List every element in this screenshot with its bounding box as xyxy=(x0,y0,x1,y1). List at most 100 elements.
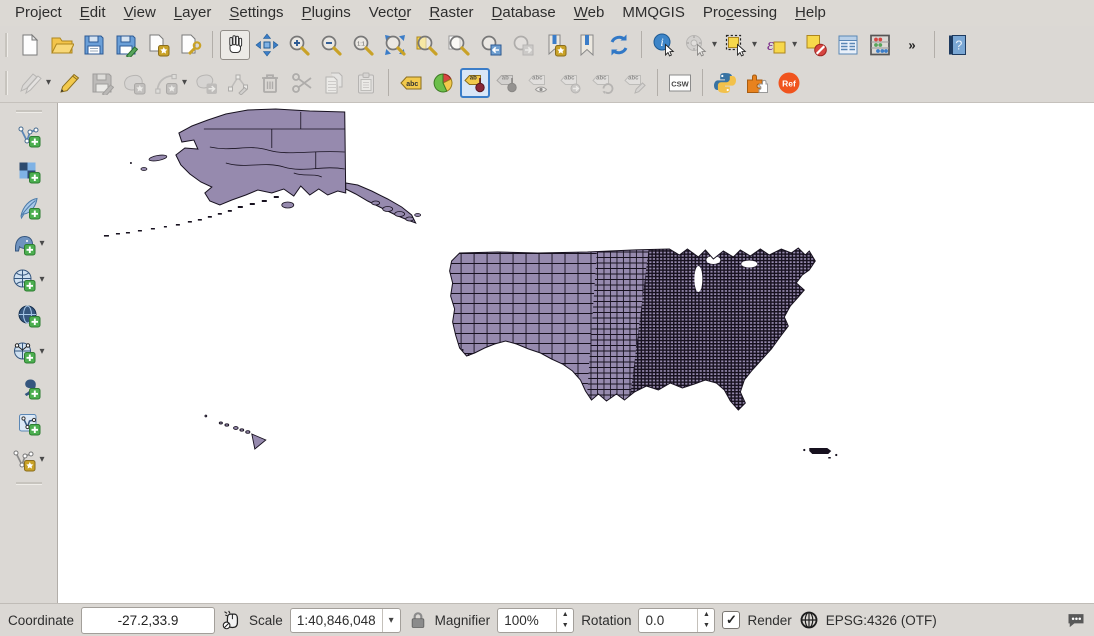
save-layer-edits-button[interactable] xyxy=(87,68,117,98)
add-circular-string-dropdown[interactable]: ▾ xyxy=(182,68,187,98)
menu-view[interactable]: View xyxy=(115,3,165,23)
zoom-in-button[interactable] xyxy=(284,30,314,60)
menu-vector[interactable]: Vector xyxy=(360,3,421,23)
spin-up-icon[interactable]: ▲ xyxy=(698,609,714,620)
move-label-button[interactable]: abc xyxy=(556,68,586,98)
new-layer-menu-button[interactable] xyxy=(9,445,39,475)
cut-features-button[interactable] xyxy=(287,68,317,98)
scale-dropdown-icon[interactable]: ▾ xyxy=(382,609,400,632)
menu-database[interactable]: Database xyxy=(483,3,565,23)
new-print-composer-button[interactable] xyxy=(143,30,173,60)
show-statistics-button[interactable] xyxy=(865,30,895,60)
run-feature-action-button[interactable] xyxy=(681,30,711,60)
identify-features-button[interactable]: i xyxy=(649,30,679,60)
zoom-to-selection-button[interactable] xyxy=(412,30,442,60)
node-tool-button[interactable] xyxy=(223,68,253,98)
toggle-editing-button[interactable] xyxy=(55,68,85,98)
select-features-dropdown[interactable]: ▾ xyxy=(752,30,757,60)
manage-plugins-button[interactable] xyxy=(742,68,772,98)
add-vector-layer-button[interactable] xyxy=(14,121,44,151)
current-edits-button[interactable] xyxy=(15,68,45,98)
add-circular-string-button[interactable] xyxy=(151,68,181,98)
add-wms-layer-button[interactable] xyxy=(9,265,39,295)
pan-map-button[interactable] xyxy=(220,30,250,60)
add-wcs-layer-button[interactable] xyxy=(14,301,44,331)
toolbar-handle[interactable] xyxy=(16,482,42,485)
new-layer-menu-dropdown[interactable]: ▾ xyxy=(39,445,44,475)
layer-diagram-options-button[interactable] xyxy=(428,68,458,98)
copy-features-button[interactable] xyxy=(319,68,349,98)
add-spatialite-layer-button[interactable] xyxy=(14,193,44,223)
delete-selected-button[interactable] xyxy=(255,68,285,98)
menu-raster[interactable]: Raster xyxy=(420,3,482,23)
menu-settings[interactable]: Settings xyxy=(220,3,292,23)
menu-mmqgis[interactable]: MMQGIS xyxy=(613,3,694,23)
add-delimited-text-layer-button[interactable] xyxy=(14,373,44,403)
add-postgis-layer-dropdown[interactable]: ▾ xyxy=(39,229,44,259)
add-raster-layer-button[interactable] xyxy=(14,157,44,187)
new-bookmark-button[interactable] xyxy=(540,30,570,60)
paste-features-button[interactable] xyxy=(351,68,381,98)
coordinate-input[interactable] xyxy=(81,607,215,634)
rotate-label-button[interactable]: abc xyxy=(588,68,618,98)
pin-unpin-labels-button[interactable]: ab xyxy=(492,68,522,98)
highlight-pinned-labels-button[interactable]: ab xyxy=(460,68,490,98)
zoom-next-button[interactable] xyxy=(508,30,538,60)
spin-up-icon[interactable]: ▲ xyxy=(557,609,573,620)
crs-globe-icon[interactable] xyxy=(799,610,819,630)
rotation-spinbox[interactable]: 0.0 ▲▼ xyxy=(638,608,715,633)
menu-web[interactable]: Web xyxy=(565,3,614,23)
crs-status-label[interactable]: EPSG:4326 (OTF) xyxy=(826,613,937,628)
python-console-button[interactable] xyxy=(710,68,740,98)
render-checkbox[interactable]: ✓ xyxy=(722,611,740,629)
add-postgis-layer-button[interactable] xyxy=(9,229,39,259)
move-feature-button[interactable] xyxy=(191,68,221,98)
add-wms-layer-dropdown[interactable]: ▾ xyxy=(39,265,44,295)
scale-combo[interactable]: 1:40,846,048 ▾ xyxy=(290,608,401,633)
messages-bubble-icon[interactable] xyxy=(1066,610,1086,630)
menu-edit[interactable]: Edit xyxy=(71,3,115,23)
add-feature-button[interactable] xyxy=(119,68,149,98)
scale-lock-icon[interactable] xyxy=(408,610,428,630)
menu-project[interactable]: Project xyxy=(6,3,71,23)
add-wfs-layer-dropdown[interactable]: ▾ xyxy=(39,337,44,367)
pan-to-selection-button[interactable] xyxy=(252,30,282,60)
show-bookmarks-button[interactable] xyxy=(572,30,602,60)
open-attribute-table-button[interactable] xyxy=(833,30,863,60)
add-wfs-layer-button[interactable] xyxy=(9,337,39,367)
layer-labeling-options-button[interactable]: abc xyxy=(396,68,426,98)
menu-plugins[interactable]: Plugins xyxy=(293,3,360,23)
toolbar-handle[interactable] xyxy=(5,33,8,57)
help-contents-button[interactable]: ? xyxy=(942,30,972,60)
spin-down-icon[interactable]: ▼ xyxy=(557,620,573,631)
zoom-native-button[interactable]: 1:1 xyxy=(348,30,378,60)
zoom-full-button[interactable] xyxy=(380,30,410,60)
magnifier-spinbox[interactable]: 100% ▲▼ xyxy=(497,608,574,633)
spin-down-icon[interactable]: ▼ xyxy=(698,620,714,631)
menu-layer[interactable]: Layer xyxy=(165,3,221,23)
deselect-all-button[interactable] xyxy=(801,30,831,60)
ref-functions-button[interactable]: Ref xyxy=(774,68,804,98)
new-project-button[interactable] xyxy=(15,30,45,60)
select-by-expression-dropdown[interactable]: ▾ xyxy=(792,30,797,60)
show-hide-labels-button[interactable]: abc xyxy=(524,68,554,98)
toolbar-handle[interactable] xyxy=(5,71,8,95)
zoom-to-layer-button[interactable] xyxy=(444,30,474,60)
mouse-position-toggle-icon[interactable] xyxy=(222,610,242,630)
menu-help[interactable]: Help xyxy=(786,3,835,23)
new-shapefile-layer-button[interactable] xyxy=(14,409,44,439)
run-feature-action-dropdown[interactable]: ▾ xyxy=(712,30,717,60)
metasearch-csw-button[interactable]: CSW xyxy=(665,68,695,98)
save-project-as-button[interactable] xyxy=(111,30,141,60)
zoom-out-button[interactable] xyxy=(316,30,346,60)
magnifier-spin-buttons[interactable]: ▲▼ xyxy=(556,609,573,632)
rotation-spin-buttons[interactable]: ▲▼ xyxy=(697,609,714,632)
composer-manager-button[interactable] xyxy=(175,30,205,60)
toolbar-handle[interactable] xyxy=(16,110,42,113)
refresh-map-button[interactable] xyxy=(604,30,634,60)
current-edits-dropdown[interactable]: ▾ xyxy=(46,68,51,98)
select-by-expression-button[interactable]: ε xyxy=(761,30,791,60)
map-canvas[interactable] xyxy=(58,103,1094,603)
select-features-button[interactable] xyxy=(721,30,751,60)
toolbar-overflow-button[interactable]: » xyxy=(897,30,927,60)
